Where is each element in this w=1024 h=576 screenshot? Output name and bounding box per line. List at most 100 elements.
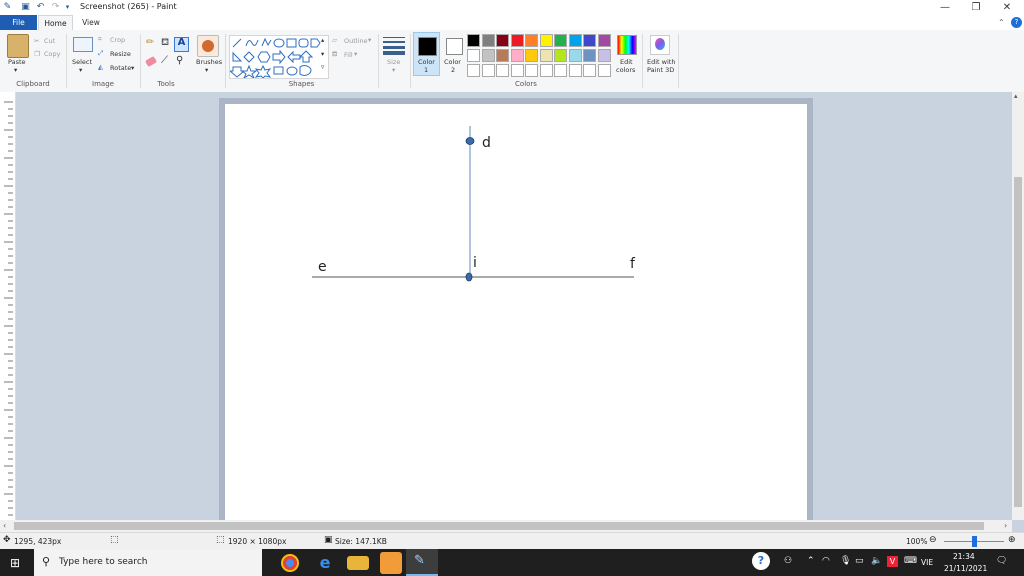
show-hidden-icons-icon[interactable]: ⌃	[807, 556, 815, 566]
drawing-canvas[interactable]: d e i f	[225, 104, 807, 520]
palette-custom-swatch[interactable]	[539, 64, 553, 77]
palette-swatch[interactable]	[525, 49, 538, 62]
fill-dropdown-icon[interactable]: ▾	[354, 50, 357, 58]
palette-swatch[interactable]	[496, 49, 509, 62]
palette-custom-swatch[interactable]	[481, 64, 495, 77]
palette-swatch[interactable]	[539, 49, 553, 62]
palette-custom-swatch[interactable]	[597, 64, 611, 77]
tab-view[interactable]: View	[76, 15, 106, 30]
chrome-icon[interactable]	[281, 554, 299, 572]
help-tray-icon[interactable]: ?	[752, 552, 770, 570]
rotate-button[interactable]: Rotate	[110, 64, 131, 72]
edit-colors-button-line2[interactable]: colors	[616, 66, 635, 74]
paint-3d-icon[interactable]	[650, 35, 670, 55]
palette-custom-swatch[interactable]	[568, 64, 582, 77]
paint-taskbar-button[interactable]: ✎	[406, 549, 438, 576]
palette-swatch[interactable]	[568, 34, 582, 47]
paste-icon[interactable]	[7, 34, 29, 58]
vertical-scroll-thumb[interactable]	[1014, 177, 1022, 507]
keyboard-icon[interactable]: ⌨	[904, 556, 917, 566]
edit-with-paint3d-button[interactable]: Edit with	[647, 58, 675, 66]
palette-swatch[interactable]	[597, 49, 611, 62]
help-icon[interactable]: ?	[1011, 17, 1022, 28]
pencil-icon[interactable]: ✏	[146, 38, 154, 48]
antivirus-icon[interactable]: V	[887, 556, 898, 567]
palette-swatch[interactable]	[510, 49, 524, 62]
palette-swatch[interactable]	[597, 34, 611, 47]
vertical-scrollbar[interactable]: ▴	[1012, 92, 1024, 520]
size-dropdown-icon[interactable]: ▾	[392, 66, 395, 74]
tab-home[interactable]: Home	[38, 15, 73, 30]
crop-button[interactable]: Crop	[110, 36, 125, 44]
shapes-gallery[interactable]	[228, 35, 329, 80]
palette-swatch[interactable]	[583, 49, 596, 62]
cut-icon[interactable]: ✂	[34, 37, 39, 45]
microphone-icon[interactable]: 🎙	[840, 556, 851, 566]
eraser-icon[interactable]	[144, 55, 158, 68]
undo-icon[interactable]: ↶	[35, 2, 46, 13]
palette-custom-swatch[interactable]	[583, 64, 596, 77]
copy-icon[interactable]: ❐	[34, 50, 40, 58]
zoom-slider-thumb[interactable]	[972, 536, 977, 547]
select-icon[interactable]	[73, 37, 93, 52]
customize-quick-access-icon[interactable]: ▾	[62, 2, 73, 13]
clock-time[interactable]: 21:34	[953, 552, 975, 561]
fill-icon[interactable]: ⛾	[332, 50, 337, 59]
palette-swatch[interactable]	[525, 34, 538, 47]
resize-button[interactable]: Resize	[110, 50, 131, 58]
input-language[interactable]: VIE	[921, 558, 933, 567]
scroll-left-icon[interactable]: ‹	[3, 521, 6, 530]
horizontal-scroll-thumb[interactable]	[14, 522, 984, 530]
brushes-dropdown-icon[interactable]: ▾	[205, 66, 208, 74]
palette-swatch[interactable]	[554, 34, 567, 47]
palette-swatch[interactable]	[554, 49, 567, 62]
edit-with-paint3d-button-line2[interactable]: Paint 3D	[647, 66, 674, 74]
file-explorer-icon[interactable]	[347, 556, 369, 570]
brushes-button[interactable]: Brushes	[196, 58, 222, 66]
restore-icon[interactable]: ❐	[961, 0, 991, 15]
rotate-icon[interactable]: ◭	[98, 63, 103, 71]
size-button[interactable]: Size	[387, 58, 400, 66]
color2-button[interactable]	[446, 38, 463, 55]
palette-custom-swatch[interactable]	[554, 64, 567, 77]
paste-dropdown-icon[interactable]: ▾	[14, 66, 17, 74]
palette-swatch[interactable]	[467, 34, 480, 47]
collapse-ribbon-icon[interactable]: ⌃	[998, 18, 1005, 27]
palette-swatch[interactable]	[481, 49, 495, 62]
shapes-expand-icon[interactable]: ▿	[321, 63, 324, 71]
palette-custom-swatch[interactable]	[525, 64, 538, 77]
taskbar-search-box[interactable]: ⚲ Type here to search	[34, 549, 262, 576]
horizontal-scrollbar[interactable]: ‹ ›	[0, 520, 1012, 532]
tab-file[interactable]: File	[0, 15, 37, 30]
color-picker-icon[interactable]: ⟋	[161, 56, 168, 66]
start-windows-icon[interactable]: ⊞	[10, 556, 20, 570]
redo-icon[interactable]: ↷	[50, 2, 61, 13]
notifications-icon[interactable]: 🗨	[996, 556, 1007, 566]
palette-custom-swatch[interactable]	[467, 64, 480, 77]
app-orange-icon[interactable]	[380, 552, 402, 574]
network-icon[interactable]: ◠	[822, 556, 830, 566]
palette-swatch[interactable]	[496, 34, 509, 47]
zoom-in-icon[interactable]: ⊕	[1008, 535, 1016, 545]
scroll-right-icon[interactable]: ›	[1004, 521, 1007, 530]
shapes-scroll-down-icon[interactable]: ▾	[321, 50, 324, 58]
minimize-icon[interactable]: —	[930, 0, 960, 15]
clock-date[interactable]: 21/11/2021	[944, 564, 987, 573]
edit-colors-button[interactable]: Edit	[620, 58, 633, 66]
rotate-dropdown-icon[interactable]: ▾	[131, 64, 134, 72]
outline-icon[interactable]: ▱	[332, 36, 337, 44]
size-icon[interactable]	[383, 36, 405, 55]
fill-bucket-icon[interactable]: ⛾	[161, 38, 169, 48]
palette-swatch[interactable]	[539, 34, 553, 47]
crop-icon[interactable]: ⌗	[98, 35, 102, 44]
people-icon[interactable]: ⚇	[784, 556, 792, 566]
edit-colors-icon[interactable]	[617, 35, 637, 55]
fill-button[interactable]: Fill	[344, 51, 353, 59]
scroll-up-icon[interactable]: ▴	[1014, 92, 1018, 100]
close-icon[interactable]: ✕	[992, 0, 1022, 15]
copy-button[interactable]: Copy	[44, 50, 61, 58]
palette-swatch[interactable]	[568, 49, 582, 62]
resize-icon[interactable]: ⤢	[98, 49, 103, 58]
palette-custom-swatch[interactable]	[510, 64, 524, 77]
save-icon[interactable]: ▣	[20, 2, 31, 13]
